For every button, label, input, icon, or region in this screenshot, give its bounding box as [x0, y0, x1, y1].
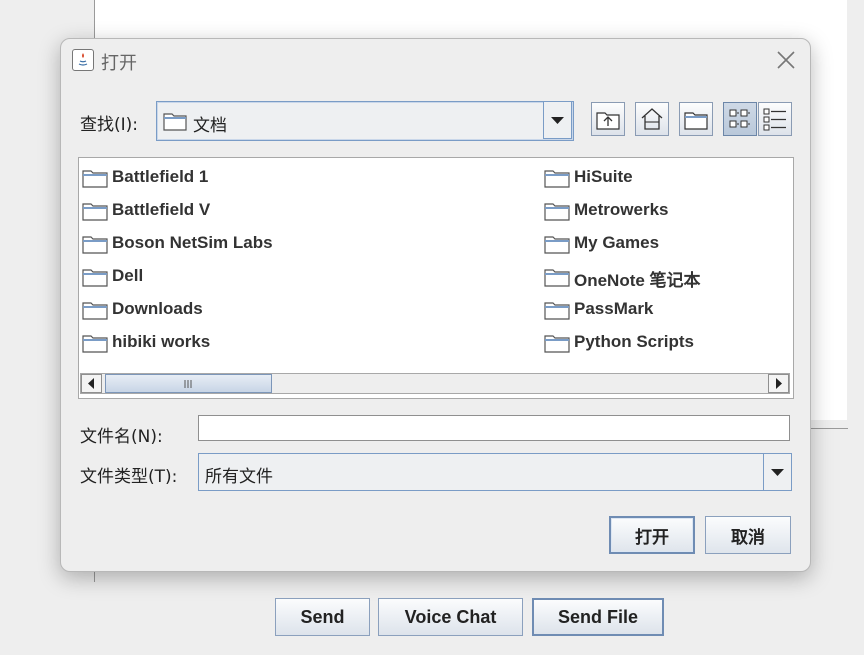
item-label: Metrowerks: [574, 200, 669, 219]
scrollbar-thumb[interactable]: [105, 374, 272, 393]
horizontal-scrollbar[interactable]: [80, 373, 790, 394]
folder-icon: [82, 234, 108, 259]
filename-label: 文件名(N):: [80, 427, 163, 447]
send-file-button[interactable]: Send File: [532, 598, 664, 636]
chevron-down-icon[interactable]: [543, 101, 572, 139]
folder-icon: [544, 168, 570, 193]
item-label: Dell: [112, 266, 144, 285]
folder-icon: [544, 201, 570, 226]
item-label: HiSuite: [574, 167, 633, 186]
scroll-right-icon[interactable]: [768, 374, 789, 393]
item-label: PassMark: [574, 299, 654, 318]
item-label: Battlefield V: [112, 200, 211, 219]
item-label: Downloads: [112, 299, 203, 318]
item-label: Battlefield 1: [112, 167, 209, 186]
up-folder-icon[interactable]: [591, 102, 625, 136]
details-view-icon[interactable]: [758, 102, 792, 136]
filetype-combo[interactable]: 所有文件: [198, 453, 792, 491]
folder-icon: [82, 168, 108, 193]
list-view-icon[interactable]: [723, 102, 757, 136]
voice-chat-button[interactable]: Voice Chat: [378, 598, 523, 636]
folder-icon: [544, 300, 570, 325]
filename-input[interactable]: [198, 415, 790, 441]
folder-icon: [163, 111, 187, 136]
folder-icon: [544, 234, 570, 259]
item-label: hibiki works: [112, 332, 211, 351]
look-in-label: 查找(I):: [80, 115, 139, 135]
dialog-title: 打开: [101, 53, 137, 74]
home-icon[interactable]: [635, 102, 669, 136]
new-folder-icon[interactable]: [679, 102, 713, 136]
look-in-value: 文档: [193, 116, 227, 136]
item-label: My Games: [574, 233, 660, 252]
dialog-titlebar: 打开: [61, 39, 810, 83]
chevron-down-icon[interactable]: [763, 453, 792, 491]
folder-icon: [544, 333, 570, 358]
open-button[interactable]: 打开: [609, 516, 695, 554]
open-file-dialog: 打开 查找(I): 文档 Battlefield 1 Battlefield V…: [60, 38, 811, 572]
filetype-label: 文件类型(T):: [80, 467, 178, 487]
send-button[interactable]: Send: [275, 598, 370, 636]
folder-icon: [82, 201, 108, 226]
filetype-value: 所有文件: [205, 467, 273, 487]
folder-icon: [82, 267, 108, 292]
folder-icon: [82, 300, 108, 325]
cancel-button[interactable]: 取消: [705, 516, 791, 554]
java-icon: [72, 49, 94, 71]
item-label: Python Scripts: [574, 332, 694, 351]
item-label: OneNote 笔记本: [574, 271, 701, 290]
scroll-left-icon[interactable]: [81, 374, 102, 393]
close-icon[interactable]: [773, 47, 799, 73]
folder-icon: [82, 333, 108, 358]
divider: [808, 428, 848, 429]
item-label: Boson NetSim Labs: [112, 233, 273, 252]
look-in-combo[interactable]: 文档: [156, 101, 574, 141]
folder-icon: [544, 267, 570, 292]
file-list[interactable]: Battlefield 1 Battlefield V Boson NetSim…: [78, 157, 794, 399]
